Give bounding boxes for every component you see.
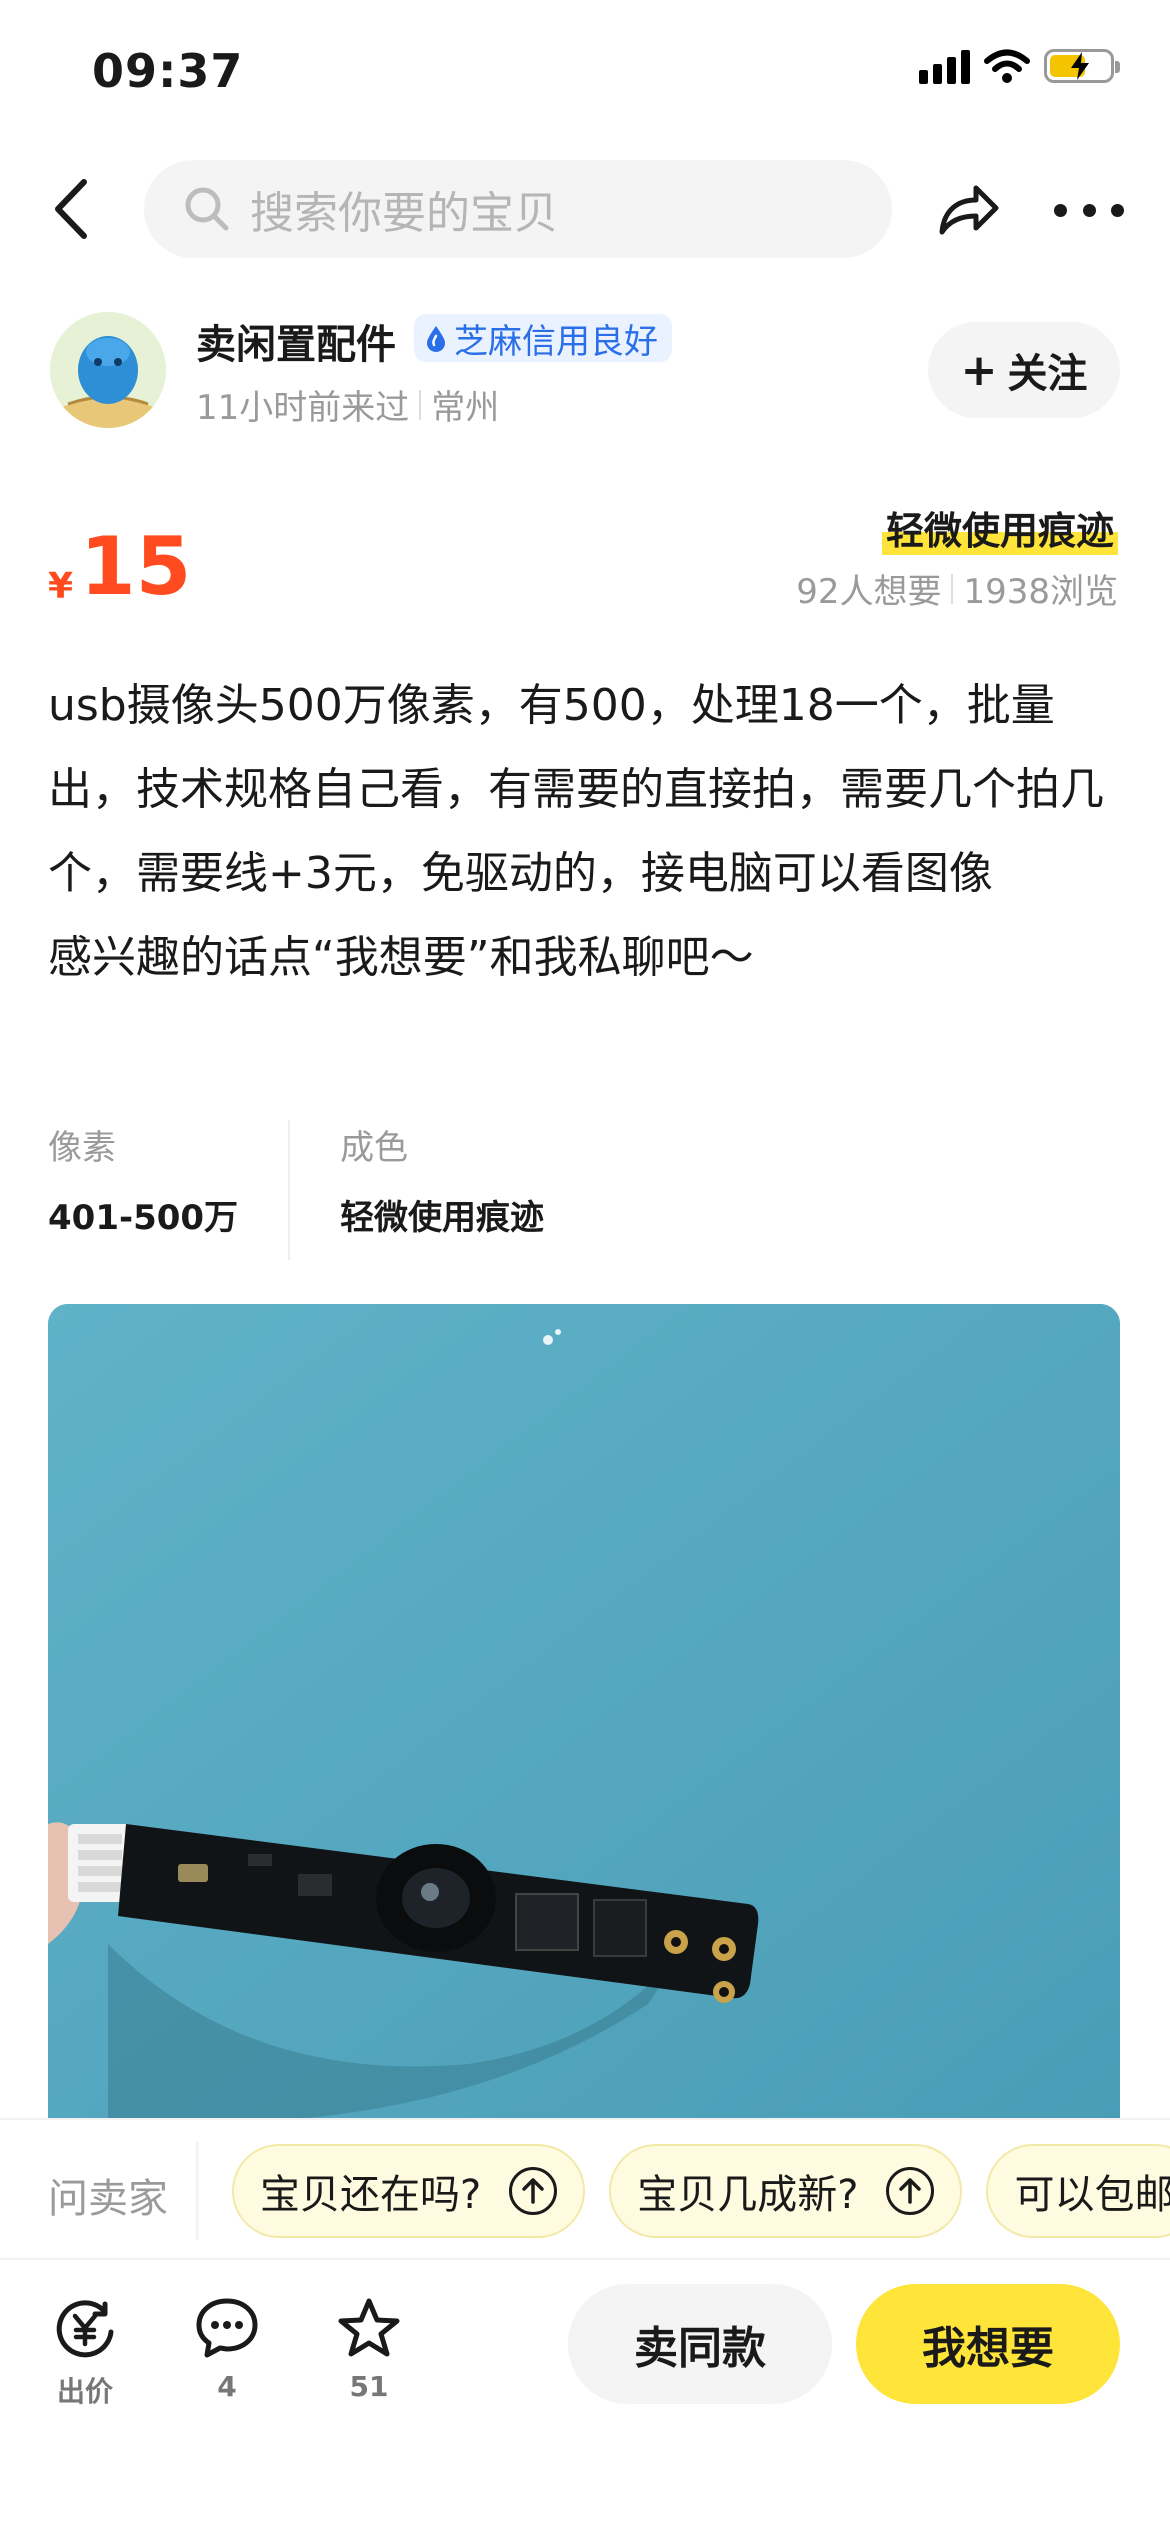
share-icon bbox=[939, 185, 999, 235]
question-chip-label: 宝贝还在吗? bbox=[260, 2172, 482, 2218]
question-chip-label: 宝贝几成新? bbox=[637, 2172, 859, 2218]
follow-label: 关注 bbox=[1007, 351, 1088, 397]
attribute-key: 成色 bbox=[340, 1128, 409, 1168]
ask-divider bbox=[196, 2142, 200, 2240]
arrow-up-icon bbox=[886, 2167, 935, 2215]
seller-info: 卖闲置配件 芝麻信用良好 11小时前来过 常州 + 关注 bbox=[0, 300, 1170, 440]
attribute-key: 像素 bbox=[48, 1128, 116, 1168]
question-chips: 宝贝还在吗? 宝贝几成新? 可以包邮 bbox=[232, 2144, 1170, 2238]
item-attributes: 像素 401-500万 成色 轻微使用痕迹 bbox=[48, 1120, 1122, 1260]
yen-circle-icon bbox=[56, 2300, 114, 2358]
condition-tag: 轻微使用痕迹 bbox=[881, 500, 1118, 555]
search-input[interactable]: 搜索你要的宝贝 bbox=[144, 160, 892, 258]
sell-same-button[interactable]: 卖同款 bbox=[568, 2284, 832, 2404]
avatar[interactable] bbox=[50, 312, 166, 428]
price: 15 bbox=[80, 520, 192, 613]
want-count: 92人想要 bbox=[796, 572, 942, 612]
wifi-icon bbox=[984, 49, 1030, 83]
attribute-value: 轻微使用痕迹 bbox=[340, 1198, 545, 1238]
status-bar: 09:37 bbox=[0, 0, 1170, 140]
search-placeholder: 搜索你要的宝贝 bbox=[250, 188, 558, 239]
want-button[interactable]: 我想要 bbox=[856, 2284, 1120, 2404]
attribute-condition: 成色 轻微使用痕迹 bbox=[288, 1120, 594, 1260]
currency-symbol: ¥ bbox=[48, 566, 74, 607]
credit-drop-icon bbox=[427, 326, 445, 352]
credit-badge[interactable]: 芝麻信用良好 bbox=[414, 314, 672, 362]
stats-divider bbox=[951, 573, 954, 604]
comment-icon bbox=[196, 2298, 258, 2358]
question-chip[interactable]: 宝贝几成新? bbox=[609, 2144, 963, 2238]
more-icon[interactable] bbox=[1054, 200, 1124, 220]
plus-icon: + bbox=[960, 344, 998, 396]
item-stats: 92人想要 1938浏览 bbox=[796, 564, 1118, 613]
question-chip[interactable]: 可以包邮 bbox=[986, 2144, 1170, 2238]
view-count: 1938浏览 bbox=[963, 572, 1118, 612]
meta-divider bbox=[419, 389, 422, 420]
item-description: usb摄像头500万像素，有500，处理18一个，批量出，技术规格自己看，有需要… bbox=[48, 680, 1104, 983]
ask-seller-label: 问卖家 bbox=[48, 2176, 168, 2222]
seller-meta: 11小时前来过 常州 bbox=[196, 380, 499, 429]
price-section: ¥ 15 轻微使用痕迹 92人想要 1938浏览 bbox=[0, 490, 1170, 630]
status-icons bbox=[919, 48, 1120, 84]
offer-label: 出价 bbox=[56, 2375, 113, 2408]
signal-icon bbox=[919, 48, 970, 84]
comment-count: 4 bbox=[217, 2370, 237, 2403]
product-image[interactable] bbox=[48, 1304, 1120, 2124]
credit-badge-label: 芝麻信用良好 bbox=[454, 321, 658, 362]
offer-button[interactable]: 出价 bbox=[30, 2296, 140, 2410]
bottom-action-bar: 出价 4 51 卖同款 我想要 bbox=[0, 2258, 1170, 2532]
favorite-button[interactable]: 51 bbox=[314, 2296, 424, 2403]
follow-button[interactable]: + 关注 bbox=[928, 322, 1120, 418]
attribute-pixels: 像素 401-500万 bbox=[48, 1120, 288, 1260]
battery-charging-icon bbox=[1044, 49, 1120, 83]
back-button[interactable] bbox=[44, 174, 104, 244]
seller-location: 常州 bbox=[431, 388, 500, 428]
search-icon bbox=[185, 187, 229, 231]
back-icon bbox=[55, 179, 87, 239]
share-button[interactable] bbox=[936, 176, 1002, 242]
status-time: 09:37 bbox=[92, 44, 244, 98]
arrow-up-icon bbox=[509, 2167, 558, 2215]
question-chip[interactable]: 宝贝还在吗? bbox=[232, 2144, 586, 2238]
ask-seller-bar: 问卖家 宝贝还在吗? 宝贝几成新? 可以包邮 bbox=[0, 2118, 1170, 2258]
last-seen: 11小时前来过 bbox=[196, 388, 410, 428]
nav-bar: 搜索你要的宝贝 bbox=[0, 150, 1170, 270]
favorite-count: 51 bbox=[349, 2370, 389, 2403]
attribute-value: 401-500万 bbox=[48, 1198, 239, 1238]
comment-button[interactable]: 4 bbox=[172, 2296, 282, 2403]
star-icon bbox=[338, 2298, 400, 2357]
question-chip-label: 可以包邮 bbox=[1014, 2172, 1170, 2218]
seller-name[interactable]: 卖闲置配件 bbox=[196, 312, 396, 370]
